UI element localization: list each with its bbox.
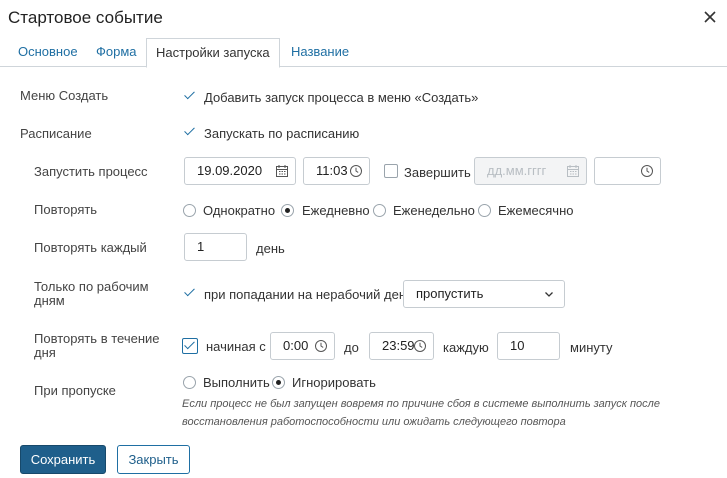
tab-main[interactable]: Основное <box>9 38 87 67</box>
chevron-down-icon <box>545 292 553 297</box>
repeat-from-time-value: 0:00 <box>283 338 309 353</box>
save-button[interactable]: Сохранить <box>20 445 106 474</box>
dialog-title: Стартовое событие <box>8 8 163 27</box>
repeat-day-checkbox[interactable] <box>182 338 198 354</box>
close-icon[interactable] <box>702 9 718 25</box>
repeat-once-radio[interactable] <box>183 204 196 217</box>
finish-date-placeholder: дд.мм.гггг <box>487 163 547 178</box>
on-skip-execute-label: Выполнить <box>203 375 270 390</box>
clock-icon[interactable] <box>413 339 427 353</box>
tab-name[interactable]: Название <box>282 38 358 67</box>
repeat-daily-label: Ежедневно <box>302 203 370 218</box>
repeat-weekly-label: Еженедельно <box>393 203 475 218</box>
finish-date-field[interactable]: дд.мм.гггг <box>474 157 587 185</box>
on-skip-ignore-label: Игнорировать <box>292 375 376 390</box>
tab-launch-settings[interactable]: Настройки запуска <box>146 38 280 68</box>
finish-label: Завершить <box>404 165 471 180</box>
calendar-icon[interactable] <box>566 164 580 178</box>
start-date-field[interactable]: 19.09.2020 <box>184 157 296 185</box>
repeat-every-input[interactable]: 1 <box>184 233 247 261</box>
repeat-every-minutes-label: каждую <box>443 340 489 355</box>
non-workday-select-value: пропустить <box>416 286 484 301</box>
start-date-value: 19.09.2020 <box>197 163 263 178</box>
repeat-day-checkbox-label: начиная с <box>206 339 266 354</box>
repeat-daily-radio[interactable] <box>281 204 294 217</box>
repeat-to-time-field[interactable]: 23:59 <box>369 332 434 360</box>
close-button[interactable]: Закрыть <box>117 445 190 474</box>
repeat-to-time-value: 23:59 <box>382 338 415 353</box>
repeat-interval-input[interactable]: 10 <box>497 332 560 360</box>
schedule-checkbox-label: Запускать по расписанию <box>204 126 360 141</box>
repeat-every-label: Повторять каждый <box>34 240 147 255</box>
repeat-to-label: до <box>344 340 359 355</box>
non-workday-select[interactable]: пропустить <box>403 280 565 308</box>
start-time-value: 11:03 <box>316 163 348 178</box>
menu-create-checkbox-label: Добавить запуск процесса в меню «Создать… <box>204 90 479 105</box>
workdays-checkbox-label: при попадании на нерабочий день <box>204 287 413 302</box>
repeat-day-label-line2: дня <box>34 345 56 360</box>
clock-icon[interactable] <box>314 339 328 353</box>
repeat-every-value: 1 <box>197 239 205 254</box>
repeat-weekly-radio[interactable] <box>373 204 386 217</box>
workdays-checkbox[interactable] <box>183 286 197 300</box>
start-process-label: Запустить процесс <box>34 164 148 179</box>
repeat-monthly-label: Ежемесячно <box>498 203 574 218</box>
schedule-checkbox[interactable] <box>183 125 197 139</box>
on-skip-label: При пропуске <box>34 383 116 398</box>
repeat-interval-unit: минуту <box>570 340 613 355</box>
repeat-interval-value: 10 <box>510 338 525 353</box>
repeat-label: Повторять <box>34 202 98 217</box>
start-time-field[interactable]: 11:03 <box>303 157 370 185</box>
finish-time-field[interactable] <box>594 157 661 185</box>
finish-checkbox[interactable] <box>384 164 398 178</box>
clock-icon[interactable] <box>349 164 363 178</box>
menu-create-label: Меню Создать <box>20 88 109 103</box>
calendar-icon[interactable] <box>275 164 289 178</box>
on-skip-execute-radio[interactable] <box>183 376 196 389</box>
schedule-label: Расписание <box>20 126 92 141</box>
tab-form[interactable]: Форма <box>87 38 146 67</box>
repeat-from-time-field[interactable]: 0:00 <box>270 332 335 360</box>
tab-bar: Основное Форма Настройки запуска Названи… <box>0 38 727 68</box>
menu-create-checkbox[interactable] <box>183 89 197 103</box>
clock-icon[interactable] <box>640 164 654 178</box>
on-skip-hint: Если процесс не был запущен вовремя по п… <box>182 398 660 428</box>
on-skip-ignore-radio[interactable] <box>272 376 285 389</box>
repeat-monthly-radio[interactable] <box>478 204 491 217</box>
repeat-every-unit: день <box>256 241 285 256</box>
workdays-label-line2: дням <box>34 293 65 308</box>
repeat-once-label: Однократно <box>203 203 276 218</box>
